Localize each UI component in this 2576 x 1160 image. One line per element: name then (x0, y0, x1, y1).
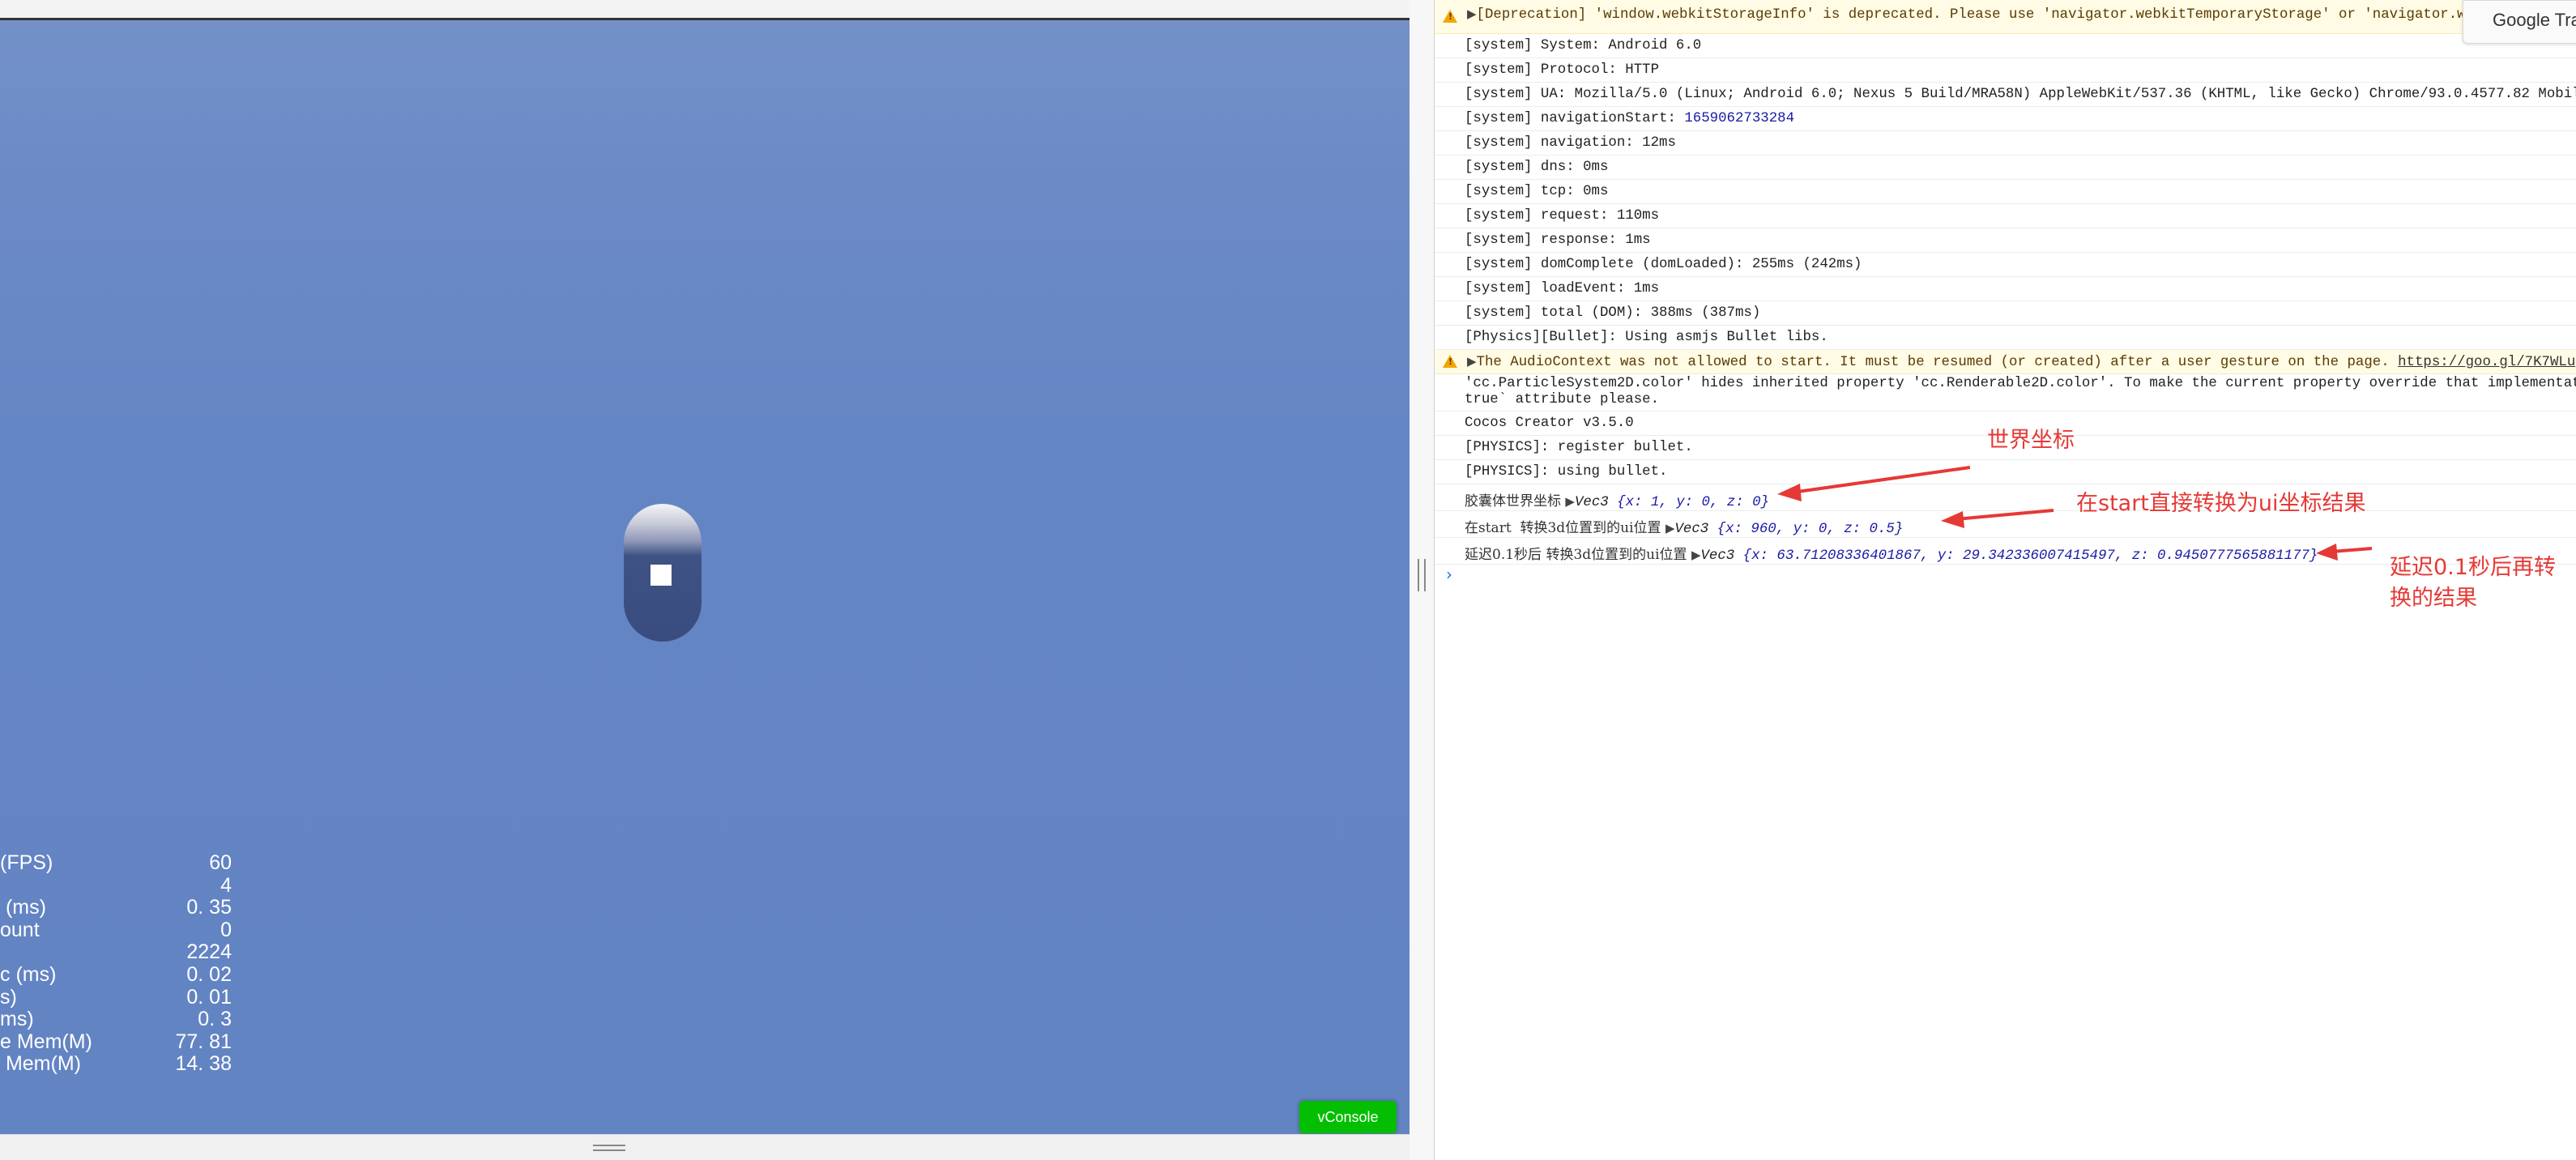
game-viewport: (FPS) 60 4 (ms) 0. 35 ount 0 2224 c (ms) 0. … (0, 0, 1410, 1160)
audio-help-link[interactable]: https://goo.gl/7K7WLu (2398, 355, 2575, 370)
google-translate-tab[interactable]: Google Trans (2463, 0, 2576, 44)
horizontal-resize-grip-icon[interactable] (593, 1145, 625, 1151)
vconsole-button[interactable]: vConsole (1299, 1101, 1397, 1133)
console-log-row: [system] dns: 0ms (1435, 156, 2576, 180)
stat-row: e Mem(M) 77. 81 (0, 1030, 232, 1053)
stat-row: 2224 (186, 940, 232, 964)
annotation-start-result: 在start直接转换为ui坐标结果 (2076, 491, 2366, 516)
console-log-row: [PHYSICS]: using bullet. (1435, 460, 2576, 484)
console-log-row: [system] request: 110ms (1435, 204, 2576, 228)
console-log-row: [system] loadEvent: 1ms (1435, 277, 2576, 301)
console-log-row: 胶囊体世界坐标 ▶Vec3 {x: 1, y: 0, z: 0} (1435, 484, 2576, 511)
stat-row: s) 0. 01 (0, 985, 232, 1009)
stat-row: 4 (220, 873, 232, 897)
console-log-row: [system] navigationStart: 1659062733284 (1435, 107, 2576, 131)
viewport-bottom-bar (0, 1134, 1410, 1160)
capsule-marker (650, 565, 672, 586)
profiler-stats: (FPS) 60 4 (ms) 0. 35 ount 0 2224 c (ms) 0. … (0, 851, 243, 1076)
console-log-row: [system] total (DOM): 388ms (387ms) (1435, 301, 2576, 326)
stat-row: (ms) 0. 35 (0, 896, 232, 919)
stat-row: (FPS) 60 (0, 851, 232, 874)
stat-row: c (ms) 0. 02 (0, 962, 232, 986)
console-log-row: 'cc.ParticleSystem2D.color' hides inheri… (1435, 374, 2576, 412)
console-log-row: [system] tcp: 0ms (1435, 180, 2576, 204)
stat-row: ms) 0. 3 (0, 1008, 232, 1031)
console-log-row: 在start 转换3d位置到的ui位置 ▶Vec3 {x: 960, y: 0,… (1435, 511, 2576, 538)
annotation-delay-result-line1: 延迟0.1秒后再转 (2390, 555, 2556, 580)
console-prompt-icon[interactable]: › (1446, 565, 1452, 584)
stat-row: ount 0 (0, 918, 232, 941)
annotation-delay-result-line2: 换的结果 (2390, 586, 2477, 611)
console-log-row: [system] response: 1ms (1435, 228, 2576, 253)
stat-row: Mem(M) 14. 38 (0, 1052, 232, 1076)
expand-triangle-icon[interactable]: ▶ (1665, 521, 1675, 535)
console-log-row: [system] domComplete (domLoaded): 255ms … (1435, 253, 2576, 277)
warning-icon (1443, 355, 1457, 368)
expand-triangle-icon[interactable]: ▶ (1467, 354, 1477, 369)
expand-triangle-icon[interactable]: ▶ (1467, 6, 1477, 21)
console-log-row: [system] UA: Mozilla/5.0 (Linux; Android… (1435, 83, 2576, 107)
capsule-object (624, 504, 702, 642)
console-log-row: [system] Protocol: HTTP (1435, 58, 2576, 83)
console-log-row: [system] System: Android 6.0 (1435, 34, 2576, 58)
expand-triangle-icon[interactable]: ▶ (1565, 494, 1575, 509)
console-warning-row[interactable]: ▶The AudioContext was not allowed to sta… (1435, 350, 2576, 374)
console-log-row: [Physics][Bullet]: Using asmjs Bullet li… (1435, 326, 2576, 350)
warning-icon (1443, 10, 1457, 23)
console-warning-row[interactable]: ▶[Deprecation] 'window.webkitStorageInfo… (1435, 0, 2576, 34)
console-log-row: [system] navigation: 12ms (1435, 131, 2576, 156)
vertical-resize-grip-icon[interactable] (1418, 559, 1426, 591)
annotation-world-coords: 世界坐标 (1987, 428, 2075, 453)
expand-triangle-icon[interactable]: ▶ (1691, 548, 1701, 562)
